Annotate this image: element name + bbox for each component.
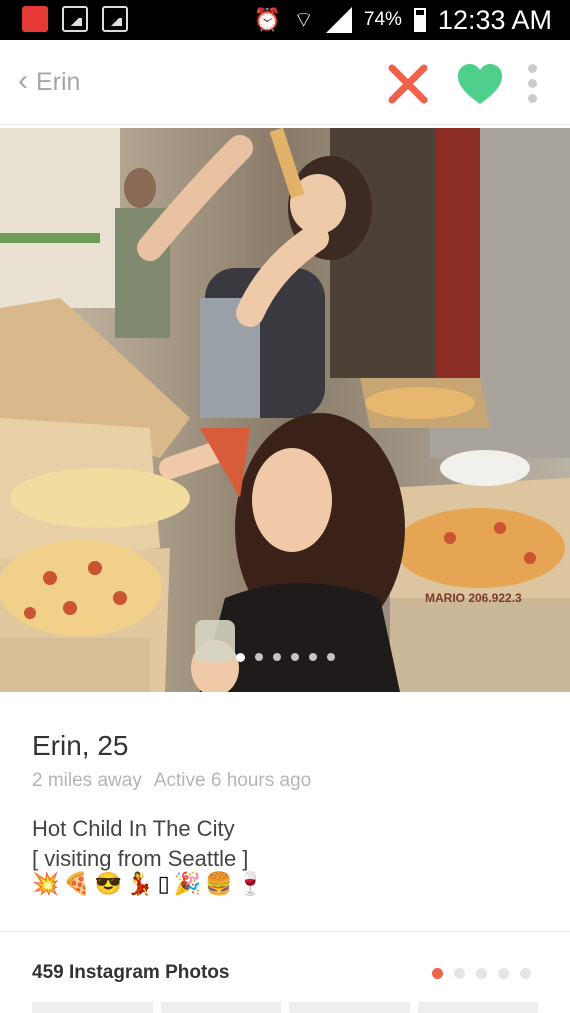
box-sign-text: MARIO 206.922.3	[425, 591, 522, 605]
instagram-pager[interactable]	[432, 968, 531, 979]
header-title[interactable]: Erin	[36, 68, 80, 97]
emoji: 🎉	[173, 871, 202, 896]
pager-dot[interactable]	[326, 653, 335, 661]
pager-dot[interactable]	[308, 653, 317, 661]
photo-illustration: MARIO 206.922.3	[0, 128, 570, 692]
instagram-page-dot[interactable]	[454, 968, 465, 979]
chevron-left-icon[interactable]: ‹	[8, 66, 38, 96]
picture-notification-icon	[102, 6, 128, 32]
bio-line: Hot Child In The City	[32, 816, 235, 841]
emoji: 💃	[126, 871, 154, 896]
instagram-page-dot[interactable]	[520, 968, 531, 979]
profile-meta: 2 miles away Active 6 hours ago	[32, 770, 311, 792]
battery-percent: 74%	[363, 9, 402, 30]
pager-dot[interactable]	[290, 653, 299, 661]
image-notification-icon	[62, 6, 88, 32]
bio: Hot Child In The City [ visiting from Se…	[32, 814, 248, 874]
emoji: 🍷	[236, 871, 264, 896]
divider	[0, 931, 570, 932]
emoji: 🍔	[205, 871, 233, 896]
instagram-page-dot[interactable]	[432, 968, 443, 979]
instagram-page-dot[interactable]	[476, 968, 487, 979]
instagram-page-dot[interactable]	[498, 968, 509, 979]
clock-time: 12:33 AM	[437, 4, 552, 35]
distance-text: 2 miles away	[32, 770, 142, 791]
profile-header: ‹ Erin	[0, 40, 570, 125]
signal-icon	[325, 7, 352, 33]
pager-dot[interactable]	[235, 653, 245, 662]
photo-pager[interactable]	[0, 653, 570, 662]
lock-notification-icon	[22, 6, 48, 32]
status-bar: ⏰ ⌔ 74% 12:33 AM	[0, 0, 570, 40]
emoji: 🍕	[63, 871, 91, 896]
nope-x-icon[interactable]	[384, 60, 432, 108]
emoji: ▯	[157, 871, 170, 896]
profile-photo[interactable]: MARIO 206.922.3	[0, 128, 570, 692]
alarm-icon: ⏰	[253, 7, 282, 32]
bio-line: [ visiting from Seattle ]	[32, 846, 249, 871]
emoji: 😎	[94, 871, 123, 896]
bio-emojis: 💥 🍕 😎 💃 ▯ 🎉 🍔 🍷	[32, 871, 264, 897]
pager-dot[interactable]	[254, 653, 263, 661]
more-vertical-icon[interactable]	[522, 64, 542, 108]
emoji: 💥	[32, 871, 60, 896]
pager-dot[interactable]	[272, 653, 281, 661]
battery-icon	[413, 8, 426, 32]
name-age: Erin, 25	[32, 730, 129, 761]
active-text: Active 6 hours ago	[153, 770, 312, 791]
like-heart-icon[interactable]	[456, 62, 504, 106]
instagram-photos-label: 459 Instagram Photos	[32, 962, 230, 983]
wifi-icon: ⌔	[293, 7, 314, 32]
instagram-thumbnails[interactable]	[32, 1002, 538, 1013]
